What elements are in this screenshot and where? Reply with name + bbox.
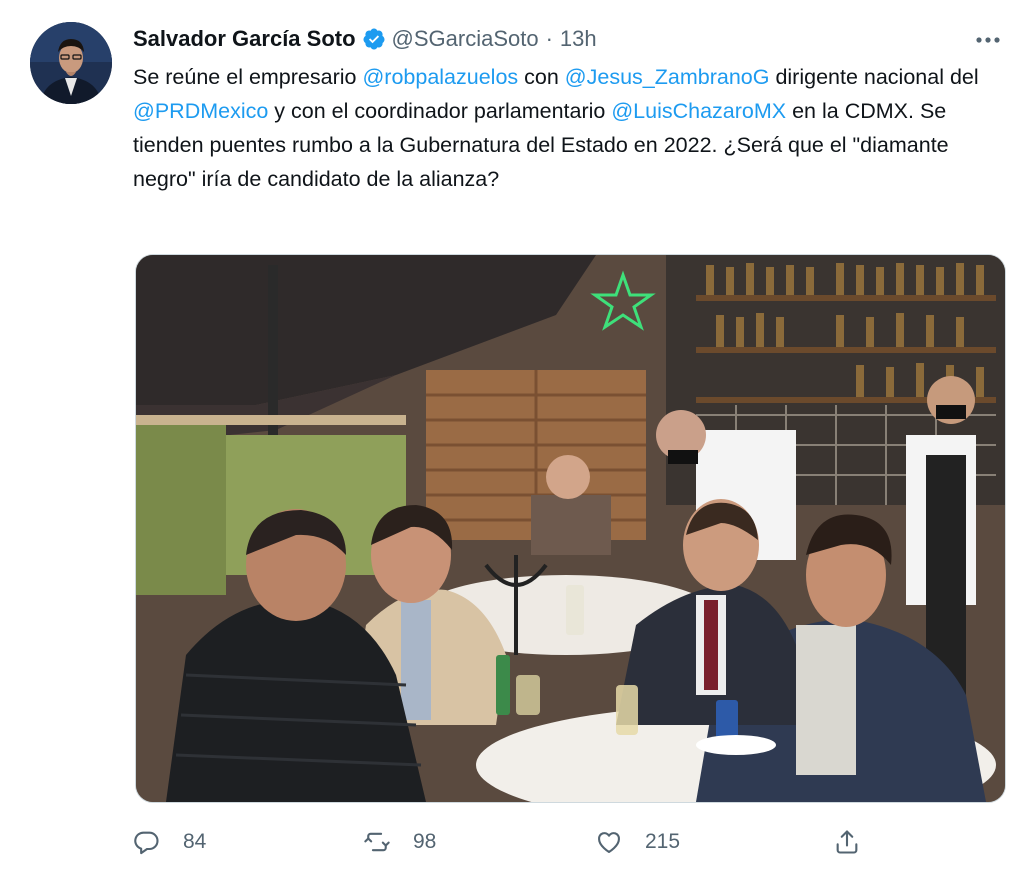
avatar-image [30,22,112,104]
text-segment: dirigente nacional del [769,65,979,89]
verified-badge-icon [363,28,385,50]
mention-link-jesus-zambrano[interactable]: @Jesus_ZambranoG [565,65,770,89]
like-icon [598,832,620,853]
retweet-count: 98 [413,830,437,853]
text-segment: y con el coordinador parlamentario [268,99,612,123]
share-icon [836,830,858,854]
mention-link-prdmexico[interactable]: @PRDMexico [133,99,268,123]
retweet-icon [364,832,390,852]
restaurant-meeting-photo [136,255,1005,802]
like-button[interactable]: 215 [595,822,680,862]
reply-count: 84 [183,830,207,853]
tweet-photo[interactable] [135,254,1006,803]
reply-icon [134,831,159,855]
author-name[interactable]: Salvador García Soto [133,26,356,52]
tweet-header: Salvador García Soto @SGarciaSoto · 13h [133,24,597,54]
mention-link-luischazaromx[interactable]: @LuisChazaroMX [611,99,786,123]
mention-link-robpalazuelos[interactable]: @robpalazuelos [362,65,518,89]
reply-button[interactable]: 84 [133,822,206,862]
tweet-card[interactable]: Salvador García Soto @SGarciaSoto · 13h … [0,0,1024,879]
author-handle[interactable]: @SGarciaSoto [392,26,539,52]
text-segment: Se reúne el empresario [133,65,363,89]
more-options-button[interactable] [972,28,1004,52]
timestamp[interactable]: 13h [560,26,597,52]
like-count: 215 [645,830,681,853]
text-segment: con [518,65,565,89]
tweet-actions: 84 98 215 [133,822,873,862]
separator-dot: · [545,26,553,51]
more-options-icon [976,37,1000,43]
retweet-button[interactable]: 98 [363,822,436,862]
share-button[interactable] [833,822,861,862]
tweet-text: Se reúne el empresario @robpalazuelos co… [133,60,1003,196]
avatar[interactable] [30,22,112,104]
